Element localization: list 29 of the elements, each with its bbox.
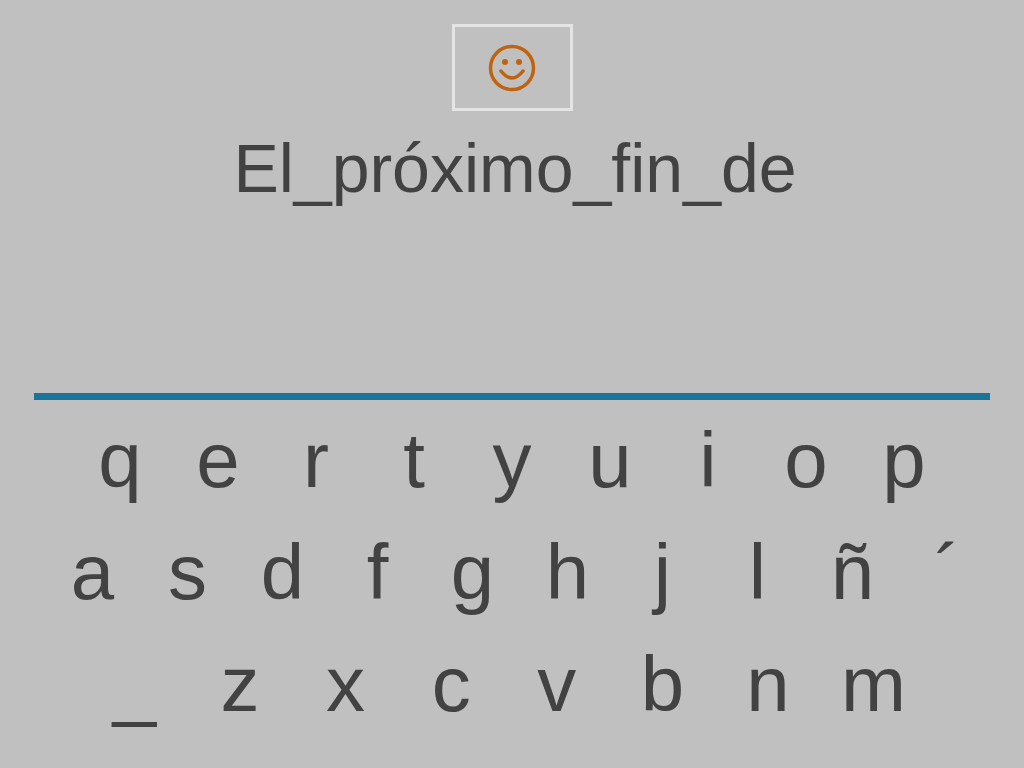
letter-key[interactable]: ñ bbox=[805, 522, 900, 622]
letter-key[interactable]: o bbox=[757, 410, 855, 510]
letter-key[interactable]: z bbox=[187, 634, 293, 734]
letter-key[interactable]: _ bbox=[81, 634, 188, 734]
letter-key[interactable]: j bbox=[615, 522, 710, 622]
letter-key[interactable]: n bbox=[715, 634, 821, 734]
letter-key[interactable]: e bbox=[169, 410, 267, 510]
letter-key[interactable]: a bbox=[45, 522, 140, 622]
smiley-icon bbox=[488, 43, 536, 92]
letter-key[interactable]: i bbox=[659, 410, 757, 510]
letter-key[interactable]: u bbox=[561, 410, 659, 510]
letter-key[interactable]: s bbox=[140, 522, 235, 622]
letter-key[interactable]: h bbox=[520, 522, 615, 622]
letter-key[interactable]: g bbox=[425, 522, 520, 622]
letter-key[interactable]: t bbox=[365, 410, 463, 510]
letter-key[interactable]: m bbox=[820, 634, 927, 734]
letter-key[interactable]: p bbox=[855, 410, 953, 510]
letter-key[interactable]: b bbox=[609, 634, 716, 734]
letter-key[interactable]: y bbox=[463, 410, 561, 510]
letter-key[interactable]: x bbox=[292, 634, 399, 734]
letter-key[interactable]: l bbox=[710, 522, 805, 622]
letter-key[interactable]: d bbox=[235, 522, 330, 622]
letter-key[interactable]: r bbox=[267, 410, 365, 510]
letter-key[interactable]: f bbox=[330, 522, 425, 622]
sentence-text: El_próximo_fin_de bbox=[232, 129, 797, 208]
letter-key[interactable]: v bbox=[504, 634, 610, 734]
letter-key[interactable]: c bbox=[398, 634, 504, 734]
letter-key[interactable]: q bbox=[71, 410, 169, 510]
letter-key[interactable]: ´ bbox=[900, 522, 995, 622]
